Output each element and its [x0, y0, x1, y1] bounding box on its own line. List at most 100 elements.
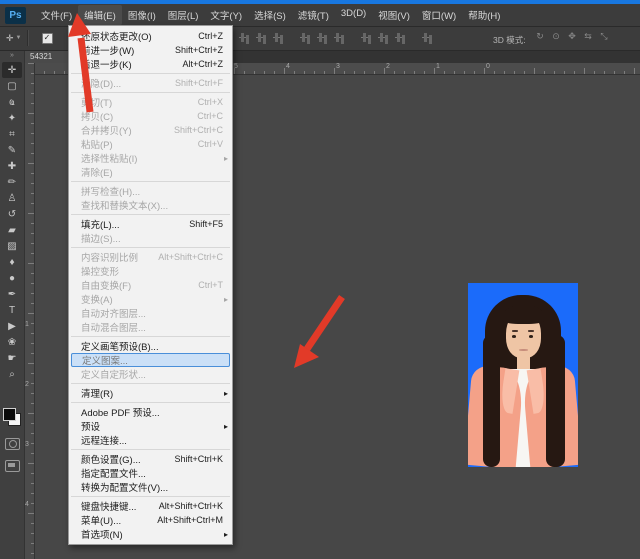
rectangular-marquee-tool[interactable]: ▢: [2, 78, 22, 94]
3d-mode-icon-2[interactable]: ⊙: [548, 31, 564, 42]
menu-item-自由变换F[interactable]: 自由变换(F)Ctrl+T: [69, 278, 232, 292]
dodge-tool[interactable]: ●: [2, 270, 22, 286]
blur-tool[interactable]: ♦: [2, 254, 22, 270]
crop-tool[interactable]: ⌗: [2, 126, 22, 142]
pen-tool[interactable]: ✒: [2, 286, 22, 302]
menubar-item-编辑E[interactable]: 编辑(E): [78, 5, 122, 25]
ruler-number: 1: [436, 63, 440, 70]
menubar-item-图层L[interactable]: 图层(L): [162, 5, 205, 25]
menu-item-内容识别比例[interactable]: 内容识别比例Alt+Shift+Ctrl+C: [69, 250, 232, 264]
align-top-edges-icon[interactable]: [238, 31, 251, 44]
menu-item-操控变形[interactable]: 操控变形: [69, 264, 232, 278]
menu-item-键盘快捷键[interactable]: 键盘快捷键...Alt+Shift+Ctrl+K: [69, 499, 232, 513]
spot-healing-brush-tool[interactable]: ✚: [2, 158, 22, 174]
menubar-item-滤镜T[interactable]: 滤镜(T): [292, 5, 335, 25]
quick-selection-tool[interactable]: ✦: [2, 110, 22, 126]
menu-item-剪切T[interactable]: 剪切(T)Ctrl+X: [69, 95, 232, 109]
menu-item-shortcut: Ctrl+V: [198, 139, 223, 149]
align-horizontal-centers-icon[interactable]: [316, 31, 329, 44]
menu-item-前进一步W[interactable]: 前进一步(W)Shift+Ctrl+Z: [69, 43, 232, 57]
ruler-tick: [31, 133, 34, 134]
menu-item-label: 定义图案...: [82, 353, 222, 367]
hand-tool[interactable]: ☛: [2, 350, 22, 366]
menu-item-还原状态更改O[interactable]: 还原状态更改(O)Ctrl+Z: [69, 29, 232, 43]
lasso-tool[interactable]: ҩ: [2, 94, 22, 110]
align-bottom-edges-icon[interactable]: [272, 31, 285, 44]
menu-item-拼写检查H[interactable]: 拼写检查(H)...: [69, 184, 232, 198]
move-tool-preset[interactable]: ✛ ▼: [6, 33, 22, 44]
menubar-item-3DD[interactable]: 3D(D): [335, 5, 372, 25]
menubar-item-窗口W[interactable]: 窗口(W): [416, 5, 462, 25]
quick-mask-button[interactable]: [5, 438, 20, 450]
menubar-item-文字Y[interactable]: 文字(Y): [204, 5, 248, 25]
menu-item-合并拷贝Y[interactable]: 合并拷贝(Y)Shift+Ctrl+C: [69, 123, 232, 137]
3d-mode-icon-3[interactable]: ✥: [564, 31, 580, 42]
menu-item-自动混合图层[interactable]: 自动混合图层...: [69, 320, 232, 334]
menubar-item-文件F[interactable]: 文件(F): [35, 5, 78, 25]
eraser-tool[interactable]: ▰: [2, 222, 22, 238]
menubar-item-选择S[interactable]: 选择(S): [248, 5, 292, 25]
distribute-bottom-edges-icon[interactable]: [394, 31, 407, 44]
menu-item-选择性粘贴I[interactable]: 选择性粘贴(I)▸: [69, 151, 232, 165]
auto-align-layers-icon[interactable]: [421, 31, 434, 44]
ruler-tick: [514, 71, 515, 74]
menu-item-渐隐D[interactable]: 渐隐(D)...Shift+Ctrl+F: [69, 76, 232, 90]
foreground-color-swatch[interactable]: [3, 408, 16, 421]
brush-tool[interactable]: ✏: [2, 174, 22, 190]
auto-select-checkbox[interactable]: ✓: [42, 33, 53, 44]
menu-item-自动对齐图层[interactable]: 自动对齐图层...: [69, 306, 232, 320]
3d-mode-icon-1[interactable]: ↻: [532, 31, 548, 42]
id-photo-image[interactable]: [468, 283, 578, 467]
eyedropper-tool[interactable]: ✎: [2, 142, 22, 158]
portrait-mouth: [519, 349, 528, 351]
toolbox-collapse-button[interactable]: »: [10, 50, 14, 62]
menu-item-指定配置文件[interactable]: 指定配置文件...: [69, 466, 232, 480]
portrait-brow: [528, 330, 534, 332]
menu-item-查找和替换文本X[interactable]: 查找和替换文本(X)...: [69, 198, 232, 212]
menu-item-粘贴P[interactable]: 粘贴(P)Ctrl+V: [69, 137, 232, 151]
menu-item-远程连接[interactable]: 远程连接...: [69, 433, 232, 447]
menubar-item-帮助H[interactable]: 帮助(H): [462, 5, 506, 25]
menu-item-描边S[interactable]: 描边(S)...: [69, 231, 232, 245]
chevron-down-icon: ▼: [16, 35, 22, 41]
align-vertical-centers-icon[interactable]: [255, 31, 268, 44]
menu-item-填充L[interactable]: 填充(L)...Shift+F5: [69, 217, 232, 231]
menu-item-转换为配置文件V[interactable]: 转换为配置文件(V)...: [69, 480, 232, 494]
move-tool[interactable]: ✛: [2, 62, 22, 78]
menu-item-label: Adobe PDF 预设...: [81, 405, 223, 419]
3d-mode-icon-5[interactable]: ⤡: [596, 31, 612, 42]
menu-item-预设[interactable]: 预设▸: [69, 419, 232, 433]
3d-mode-icon-4[interactable]: ⇆: [580, 31, 596, 42]
menu-item-定义图案[interactable]: 定义图案...: [71, 353, 230, 367]
distribute-vertical-centers-icon[interactable]: [377, 31, 390, 44]
menu-item-定义自定形状[interactable]: 定义自定形状...: [69, 367, 232, 381]
menubar-item-图像I[interactable]: 图像(I): [122, 5, 162, 25]
menu-item-定义画笔预设B[interactable]: 定义画笔预设(B)...: [69, 339, 232, 353]
align-right-edges-icon[interactable]: [333, 31, 346, 44]
gradient-tool[interactable]: ▨: [2, 238, 22, 254]
3d-mode-buttons: ↻⊙✥⇆⤡: [532, 31, 612, 42]
distribute-top-edges-icon[interactable]: [360, 31, 373, 44]
menubar-item-视图V[interactable]: 视图(V): [372, 5, 416, 25]
menu-item-首选项N[interactable]: 首选项(N)▸: [69, 527, 232, 541]
menu-item-清理R[interactable]: 清理(R)▸: [69, 386, 232, 400]
menu-item-清除E[interactable]: 清除(E): [69, 165, 232, 179]
menu-item-后退一步K[interactable]: 后退一步(K)Alt+Ctrl+Z: [69, 57, 232, 71]
screen-mode-button[interactable]: [5, 460, 20, 472]
color-swatches[interactable]: [3, 408, 21, 426]
menu-item-Adobe PDF 预设[interactable]: Adobe PDF 预设...: [69, 405, 232, 419]
ruler-tick: [31, 403, 34, 404]
custom-shape-tool[interactable]: ❀: [2, 334, 22, 350]
menu-item-shortcut: Shift+F5: [189, 219, 223, 229]
zoom-tool[interactable]: ⌕: [2, 366, 22, 382]
ruler-tick: [31, 393, 34, 394]
menu-item-变换A[interactable]: 变换(A)▸: [69, 292, 232, 306]
menu-item-拷贝C[interactable]: 拷贝(C)Ctrl+C: [69, 109, 232, 123]
menu-item-颜色设置G[interactable]: 颜色设置(G)...Shift+Ctrl+K: [69, 452, 232, 466]
clone-stamp-tool[interactable]: ♙: [2, 190, 22, 206]
align-left-edges-icon[interactable]: [299, 31, 312, 44]
menu-item-菜单U[interactable]: 菜单(U)...Alt+Shift+Ctrl+M: [69, 513, 232, 527]
path-selection-tool[interactable]: ▶: [2, 318, 22, 334]
history-brush-tool[interactable]: ↺: [2, 206, 22, 222]
type-tool[interactable]: T: [2, 302, 22, 318]
